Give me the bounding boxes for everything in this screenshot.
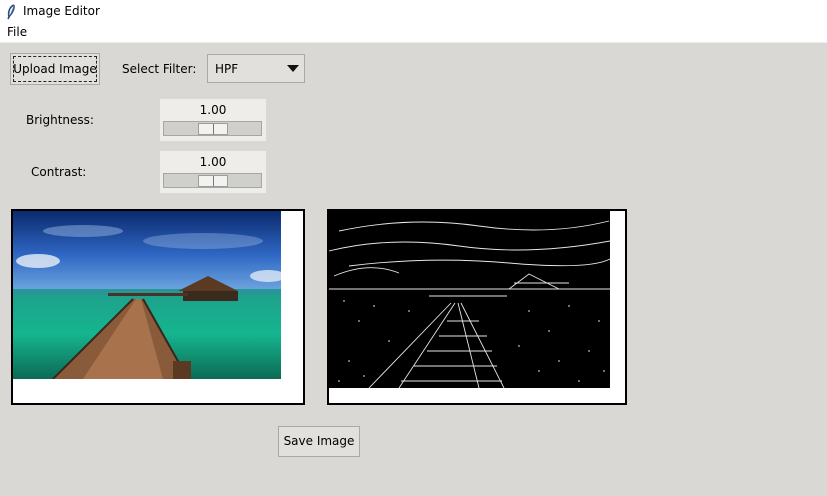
brightness-slider-handle[interactable] [197,123,228,135]
brightness-scale[interactable]: 1.00 [160,99,266,141]
filter-select[interactable]: HPF [207,54,305,83]
brightness-trough[interactable] [163,121,262,136]
contrast-scale[interactable]: 1.00 [160,151,266,193]
contrast-value: 1.00 [199,155,227,169]
contrast-label: Contrast: [31,165,87,179]
chevron-down-icon[interactable] [287,65,299,72]
upload-image-button[interactable]: Upload Image [10,53,100,85]
contrast-trough[interactable] [163,173,262,188]
original-image [13,211,281,379]
filtered-image-panel [327,209,627,405]
menu-file[interactable]: File [7,25,27,39]
contrast-slider-handle[interactable] [197,175,228,187]
brightness-label: Brightness: [26,113,94,127]
filtered-image [329,211,610,388]
save-image-button[interactable]: Save Image [278,426,360,457]
filter-select-value: HPF [215,62,239,76]
feather-icon [7,4,15,20]
window-title: Image Editor [23,4,100,18]
menu-bar: File [0,24,827,43]
original-image-panel [11,209,305,405]
title-bar: Image Editor [0,0,827,24]
select-filter-label: Select Filter: [122,62,197,76]
brightness-value: 1.00 [199,103,227,117]
